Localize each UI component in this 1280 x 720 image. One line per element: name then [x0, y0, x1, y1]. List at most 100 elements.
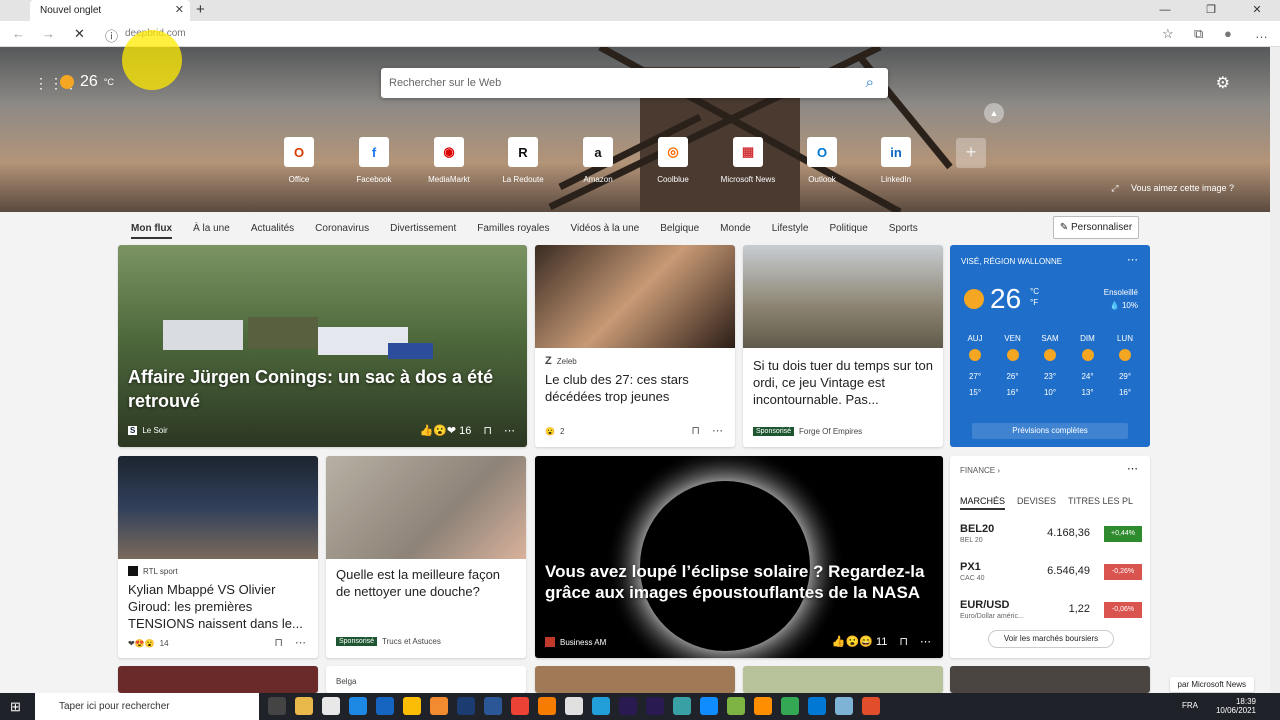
- taskbar-app-icon[interactable]: [781, 697, 799, 715]
- finance-tab[interactable]: DEVISES: [1017, 496, 1056, 510]
- quicklink[interactable]: R La Redoute: [493, 137, 553, 184]
- clock[interactable]: 18:39 10/06/2021: [1216, 697, 1256, 715]
- more-icon[interactable]: ⋯: [504, 424, 515, 437]
- taskbar-app-icon[interactable]: [376, 697, 394, 715]
- quicklink[interactable]: O Outlook: [792, 137, 852, 184]
- bookmark-icon[interactable]: ⊓: [899, 635, 908, 648]
- minimize-icon[interactable]: —: [1142, 0, 1188, 21]
- taskbar-app-icon[interactable]: [727, 697, 745, 715]
- reactions-icon[interactable]: 👍😮❤ 16: [419, 424, 471, 437]
- web-search[interactable]: Rechercher sur le Web ⌕: [381, 68, 888, 98]
- card-partial-1[interactable]: [118, 666, 318, 693]
- more-icon[interactable]: ⋯: [295, 636, 306, 649]
- forecast-day[interactable]: AUJ 27° 15°: [957, 331, 993, 401]
- finance-card[interactable]: FINANCE › ⋯ MARCHÉS DEVISES TITRES LES PL …: [950, 456, 1150, 658]
- card-eclipse[interactable]: Vous avez loupé l’éclipse solaire ? Rega…: [535, 456, 943, 658]
- feed-tab[interactable]: Vidéos à la une: [570, 223, 639, 239]
- language-indicator[interactable]: FRA: [1182, 701, 1198, 710]
- card-partial-5[interactable]: [950, 666, 1150, 693]
- quicklink[interactable]: ◉ MediaMarkt: [419, 137, 479, 184]
- more-icon[interactable]: ⋯: [712, 424, 723, 437]
- card-mbappe-reactions[interactable]: ❤😍😮 14: [128, 639, 169, 648]
- card-game-title[interactable]: Si tu dois tuer du temps sur ton ordi, c…: [753, 357, 933, 408]
- feed-tab[interactable]: Familles royales: [477, 223, 549, 239]
- card-douche[interactable]: Quelle est la meilleure façon de nettoye…: [326, 456, 526, 658]
- taskbar-app-icon[interactable]: [673, 697, 691, 715]
- market-row[interactable]: PX1 CAC 40 6.546,49 -0,26%: [960, 561, 1142, 591]
- back-icon[interactable]: ←: [12, 26, 25, 41]
- taskbar-app-icon[interactable]: [646, 697, 664, 715]
- feed-tab[interactable]: Lifestyle: [772, 223, 809, 239]
- taskbar-app-icon[interactable]: [808, 697, 826, 715]
- market-row[interactable]: BEL20 BEL 20 4.168,36 +0,44%: [960, 523, 1142, 553]
- weather-card[interactable]: VISÉ, RÉGION WALLONNE ⋯ 26 °C °F Ensoleil…: [950, 245, 1150, 447]
- favorite-icon[interactable]: ☆: [1162, 26, 1174, 42]
- reactions-icon[interactable]: 👍😮😄 11: [832, 635, 888, 648]
- forecast-day[interactable]: SAM 23° 10°: [1032, 331, 1068, 401]
- add-site-button[interactable]: +: [956, 138, 986, 168]
- bookmark-icon[interactable]: ⊓: [274, 636, 283, 649]
- taskbar-app-icon[interactable]: [538, 697, 556, 715]
- taskbar-app-icon[interactable]: [565, 697, 583, 715]
- menu-icon[interactable]: …: [1255, 26, 1268, 41]
- taskbar-app-icon[interactable]: [592, 697, 610, 715]
- bookmark-icon[interactable]: ⊓: [691, 424, 700, 437]
- profile-icon[interactable]: ●: [1224, 26, 1232, 41]
- quicklink[interactable]: O Office: [269, 137, 329, 184]
- scrollbar[interactable]: [1270, 47, 1280, 693]
- full-forecast-button[interactable]: Prévisions complètes: [972, 423, 1128, 439]
- microsoft-news-badge[interactable]: par Microsoft News: [1169, 677, 1254, 692]
- taskbar-app-icon[interactable]: [511, 697, 529, 715]
- taskbar-app-icon[interactable]: [322, 697, 340, 715]
- taskbar-search[interactable]: Taper ici pour rechercher: [35, 693, 259, 720]
- taskbar-app-icon[interactable]: [430, 697, 448, 715]
- card-mbappe-title[interactable]: Kylian Mbappé VS Olivier Giroud: les pre…: [128, 581, 308, 632]
- forecast-day[interactable]: VEN 26° 16°: [995, 331, 1031, 401]
- taskbar-app-icon[interactable]: [403, 697, 421, 715]
- chevron-up-icon[interactable]: ▲: [984, 103, 1004, 123]
- forward-icon[interactable]: →: [42, 26, 55, 41]
- card-eclipse-title[interactable]: Vous avez loupé l’éclipse solaire ? Rega…: [545, 561, 933, 603]
- feed-tab[interactable]: Mon flux: [131, 223, 173, 239]
- taskbar-app-icon[interactable]: [457, 697, 475, 715]
- quicklink[interactable]: ▦ Microsoft News: [718, 137, 778, 184]
- more-icon[interactable]: ⋯: [920, 635, 931, 648]
- unit-fahrenheit[interactable]: °F: [1030, 298, 1038, 307]
- personalize-button[interactable]: ✎ Personnaliser: [1053, 216, 1139, 239]
- image-feedback[interactable]: ⤢ Vous aimez cette image ?: [1111, 183, 1234, 194]
- taskbar-app-icon[interactable]: [754, 697, 772, 715]
- forecast-day[interactable]: DIM 24° 13°: [1070, 331, 1106, 401]
- more-icon[interactable]: ⋯: [1127, 253, 1138, 266]
- gear-icon[interactable]: ⚙: [1216, 73, 1230, 93]
- market-row[interactable]: EUR/USD Euro/Dollar améric... 1,22 -0,06%: [960, 599, 1142, 629]
- card-partial-4[interactable]: [743, 666, 943, 693]
- bookmark-icon[interactable]: ⊓: [483, 424, 492, 437]
- finance-header[interactable]: FINANCE ›: [960, 466, 1000, 475]
- quicklink[interactable]: f Facebook: [344, 137, 404, 184]
- card-zeleb[interactable]: Z Zeleb Le club des 27: ces stars décédée…: [535, 245, 735, 447]
- card-partial-3[interactable]: [535, 666, 735, 693]
- quicklink[interactable]: ◎ Coolblue: [643, 137, 703, 184]
- more-icon[interactable]: ⋯: [1127, 462, 1138, 475]
- card-zeleb-title[interactable]: Le club des 27: ces stars décédées trop …: [545, 371, 725, 405]
- taskbar-app-icon[interactable]: [349, 697, 367, 715]
- card-game[interactable]: Si tu dois tuer du temps sur ton ordi, c…: [743, 245, 943, 447]
- feed-tab[interactable]: Coronavirus: [315, 223, 369, 239]
- see-markets-button[interactable]: Voir les marchés boursiers: [988, 630, 1114, 648]
- taskbar-app-icon[interactable]: [700, 697, 718, 715]
- info-icon[interactable]: ⓘ: [105, 26, 118, 45]
- card-main-title[interactable]: Affaire Jürgen Conings: un sac à dos a é…: [128, 365, 517, 413]
- forecast-day[interactable]: LUN 29° 16°: [1107, 331, 1143, 401]
- taskbar-app-icon[interactable]: [862, 697, 880, 715]
- collections-icon[interactable]: ⧉: [1194, 26, 1203, 42]
- finance-tab[interactable]: TITRES LES PL: [1068, 496, 1133, 510]
- tab-new[interactable]: Nouvel onglet ✕: [30, 0, 190, 21]
- unit-celsius[interactable]: °C: [1030, 287, 1039, 296]
- header-weather[interactable]: 26 °C: [60, 73, 114, 91]
- card-belga[interactable]: Belga: [326, 666, 526, 693]
- stop-icon[interactable]: ✕: [74, 26, 85, 42]
- finance-tab[interactable]: MARCHÉS: [960, 496, 1006, 510]
- taskbar-app-icon[interactable]: [268, 697, 286, 715]
- search-icon[interactable]: ⌕: [866, 74, 874, 91]
- taskbar-app-icon[interactable]: [619, 697, 637, 715]
